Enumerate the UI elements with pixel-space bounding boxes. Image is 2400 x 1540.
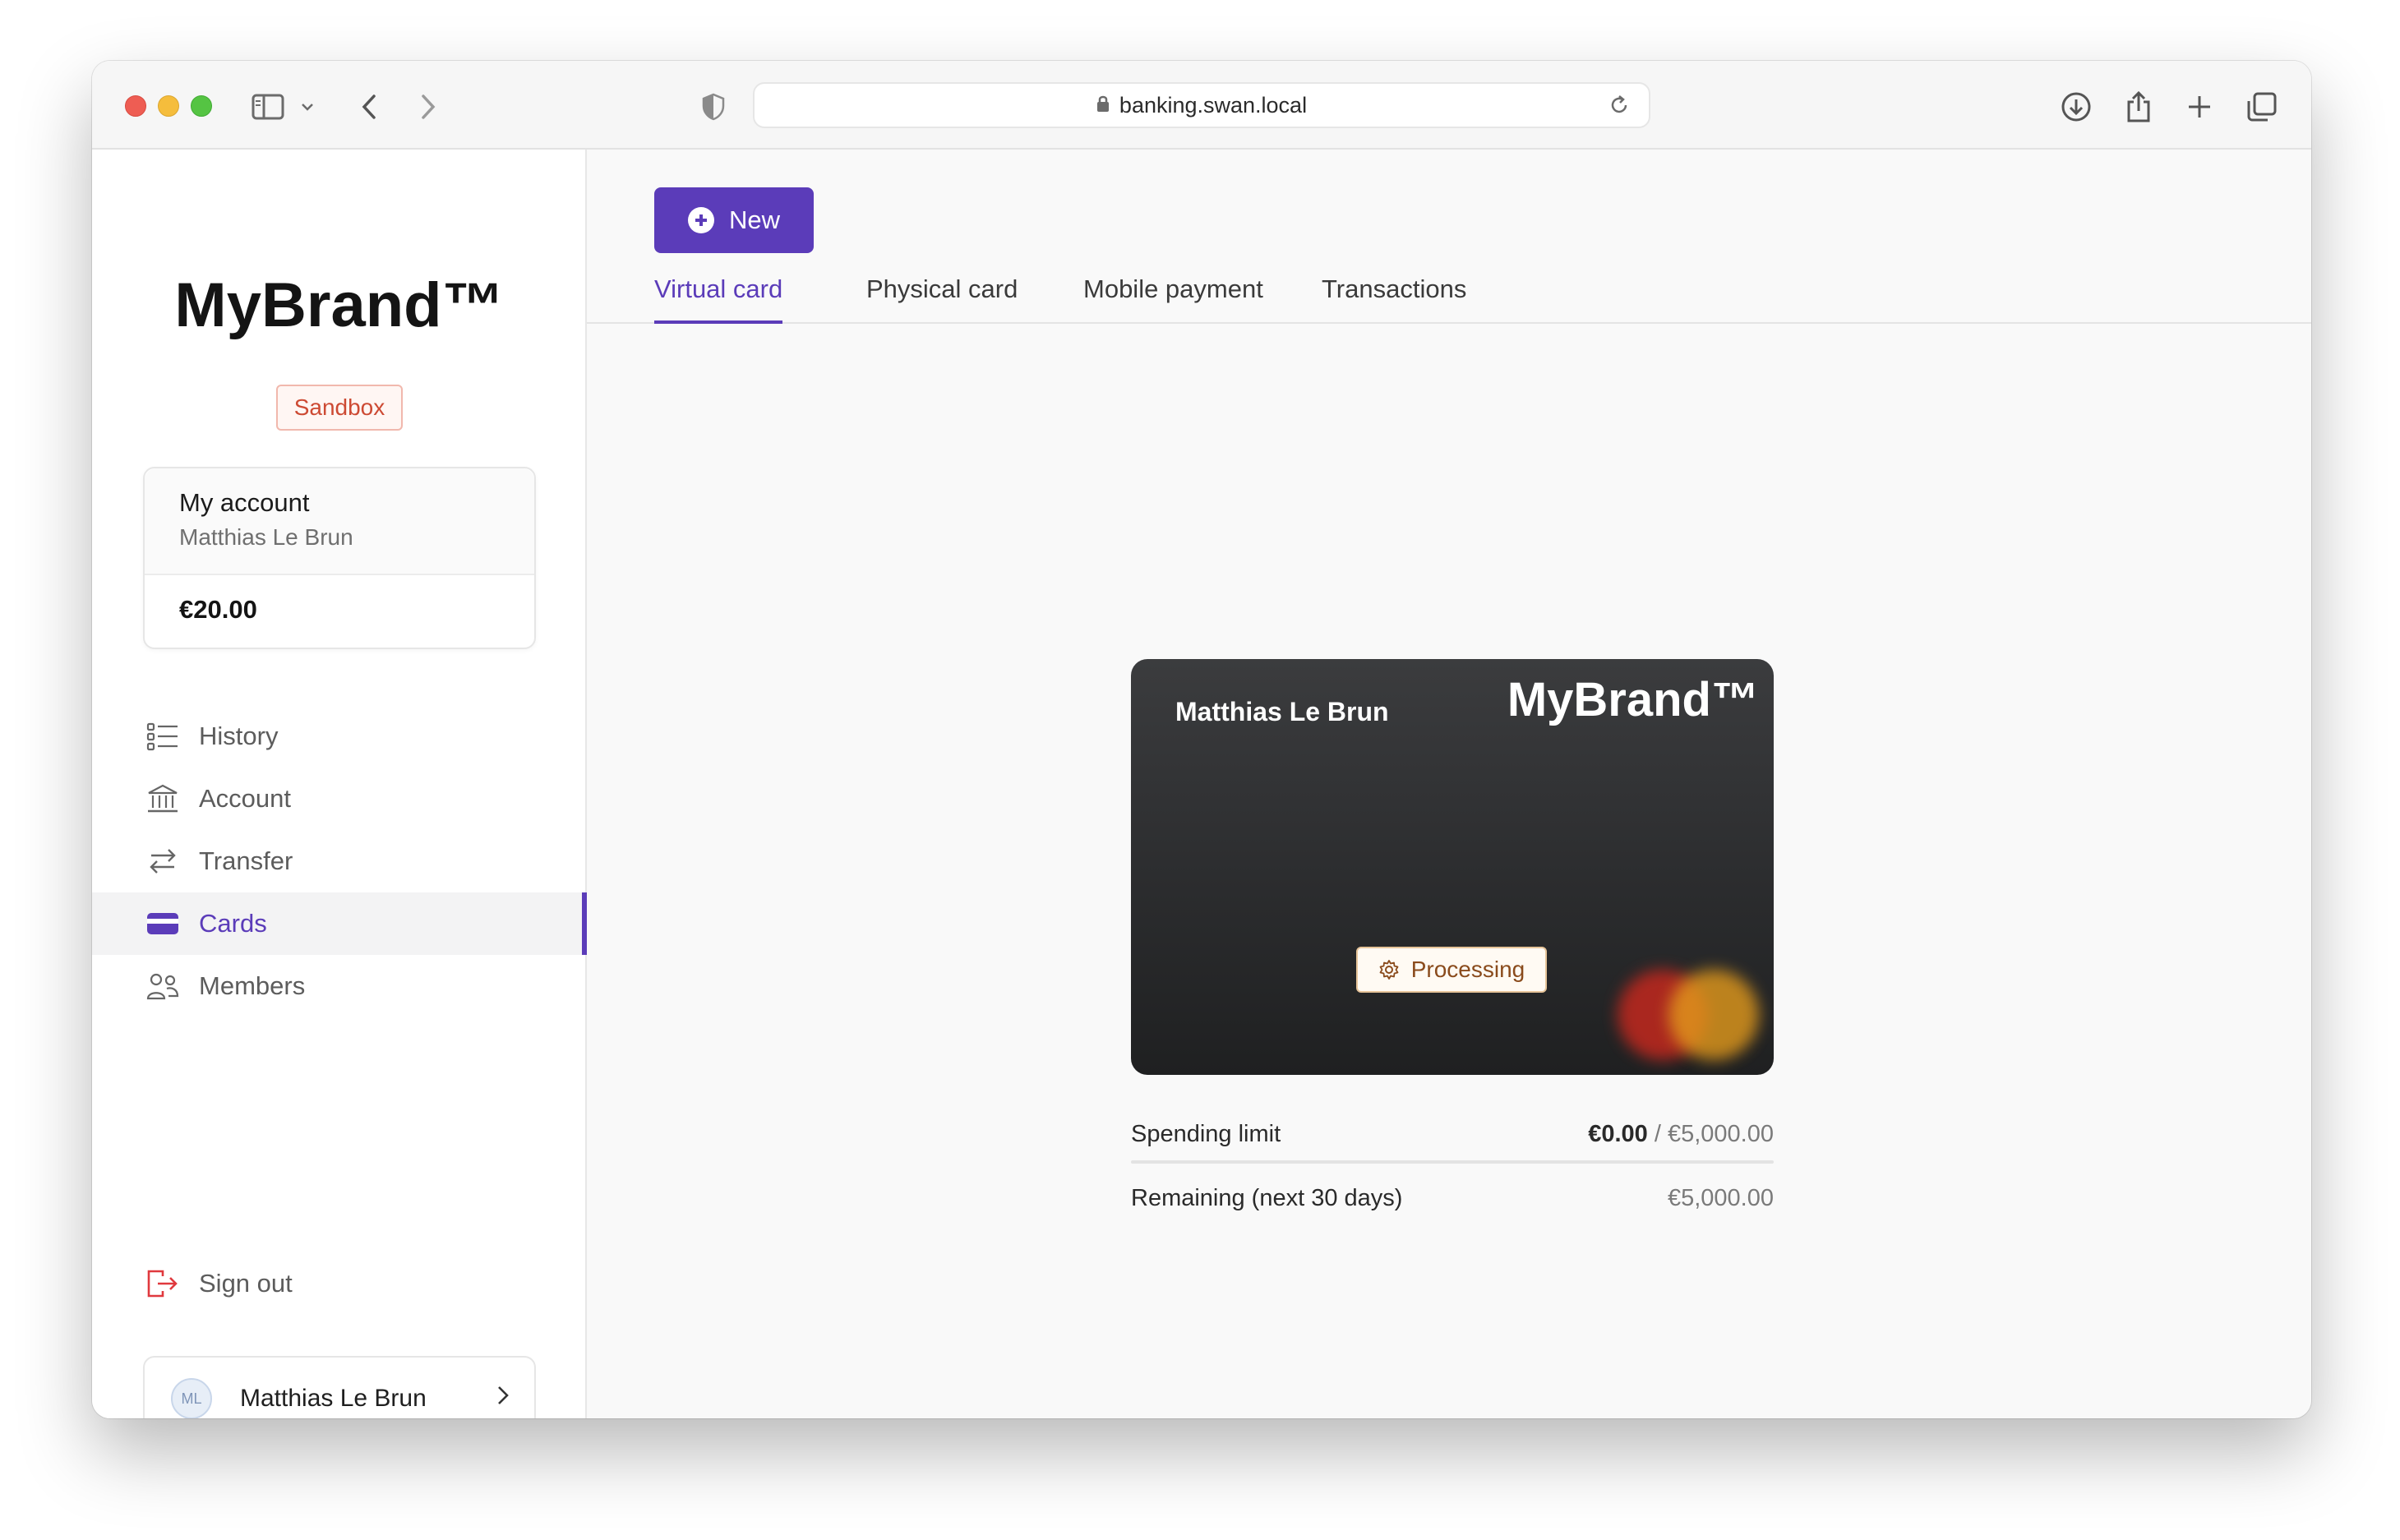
zoom-window-button[interactable] <box>191 95 212 117</box>
forward-icon[interactable] <box>409 89 445 125</box>
new-button-label: New <box>728 205 780 234</box>
gear-icon <box>1378 959 1400 980</box>
members-icon <box>145 968 181 1004</box>
sign-out-icon <box>145 1266 181 1302</box>
spending-limit-separator: / <box>1654 1120 1661 1147</box>
tab-virtual-card[interactable]: Virtual card <box>654 271 783 324</box>
user-profile-card[interactable]: ML Matthias Le Brun <box>143 1356 536 1418</box>
sandbox-badge: Sandbox <box>276 385 403 431</box>
sidebar-item-label: Members <box>199 971 306 1000</box>
avatar: ML <box>171 1378 212 1418</box>
remaining-value: €5,000.00 <box>1667 1184 1774 1211</box>
sidebar-item-cards[interactable]: Cards <box>92 892 587 955</box>
spending-limit-row: Spending limit €0.00 / €5,000.00 <box>1131 1109 1774 1159</box>
spending-limit-total: €5,000.00 <box>1667 1120 1774 1147</box>
sidebar-item-label: Account <box>199 784 292 813</box>
chevron-down-icon[interactable] <box>289 89 325 125</box>
close-window-button[interactable] <box>125 95 146 117</box>
sidebar-item-history[interactable]: History <box>92 705 585 768</box>
chevron-right-icon <box>496 1384 510 1411</box>
privacy-shield-icon[interactable] <box>695 89 732 125</box>
card-brand-logo: MyBrand™ <box>1507 673 1759 726</box>
card-network-logo-overlay <box>1668 970 1759 1060</box>
share-icon[interactable] <box>2121 89 2157 125</box>
downloads-icon[interactable] <box>2058 89 2094 125</box>
card-holder-name: Matthias Le Brun <box>1175 697 1389 726</box>
lock-icon <box>1096 93 1110 118</box>
sidebar-item-account[interactable]: Account <box>92 768 585 830</box>
tab-physical-card[interactable]: Physical card <box>866 271 1018 324</box>
tab-overview-icon[interactable] <box>2244 89 2280 125</box>
account-card[interactable]: My account Matthias Le Brun €20.00 <box>143 467 536 649</box>
card-status-badge: Processing <box>1356 947 1547 993</box>
card-icon <box>145 906 181 942</box>
spending-limit-value: €0.00 / €5,000.00 <box>1588 1121 1774 1148</box>
spending-limit-progress <box>1131 1160 1774 1164</box>
sign-out-button[interactable]: Sign out <box>145 1266 293 1302</box>
card-tabs: Virtual card Physical card Mobile paymen… <box>587 271 2311 324</box>
tab-transactions[interactable]: Transactions <box>1322 271 1466 324</box>
user-name: Matthias Le Brun <box>240 1385 427 1412</box>
plus-circle-icon <box>687 207 714 233</box>
sign-out-label: Sign out <box>199 1269 293 1298</box>
main-content: New Virtual card Physical card Mobile pa… <box>587 150 2311 1418</box>
account-holder: Matthias Le Brun <box>179 524 353 550</box>
url-text: banking.swan.local <box>1119 92 1308 118</box>
sidebar-item-label: Transfer <box>199 846 293 875</box>
reload-icon[interactable] <box>1608 94 1631 122</box>
spending-limit-label: Spending limit <box>1131 1120 1281 1147</box>
sidebar-toggle-icon[interactable] <box>250 89 286 125</box>
new-card-button[interactable]: New <box>654 187 814 253</box>
sidebar-nav: History Account Transfer Cards Members <box>92 705 587 1017</box>
new-tab-icon[interactable] <box>2181 89 2218 125</box>
remaining-row: Remaining (next 30 days) €5,000.00 <box>1131 1173 1774 1223</box>
minimize-window-button[interactable] <box>158 95 179 117</box>
account-balance: €20.00 <box>179 595 257 624</box>
bank-icon <box>145 781 181 817</box>
sidebar: MyBrand™ Sandbox My account Matthias Le … <box>92 150 587 1418</box>
arrows-icon <box>145 843 181 879</box>
card-status-label: Processing <box>1410 957 1525 982</box>
back-icon[interactable] <box>352 89 388 125</box>
browser-window: banking.swan.local MyBrand™ Sandbox My a… <box>92 61 2311 1418</box>
list-icon <box>145 718 181 754</box>
address-bar[interactable]: banking.swan.local <box>753 82 1650 128</box>
sidebar-item-members[interactable]: Members <box>92 955 585 1017</box>
spending-limit-spent: €0.00 <box>1588 1120 1648 1147</box>
sidebar-item-transfer[interactable]: Transfer <box>92 830 585 892</box>
sidebar-item-label: Cards <box>199 909 267 938</box>
remaining-label: Remaining (next 30 days) <box>1131 1184 1403 1211</box>
virtual-card[interactable]: Matthias Le Brun MyBrand™ Processing <box>1131 659 1774 1075</box>
brand-logo: MyBrand™ <box>174 270 505 340</box>
browser-toolbar: banking.swan.local <box>92 61 2311 150</box>
account-title: My account <box>179 488 310 517</box>
tab-mobile-payment[interactable]: Mobile payment <box>1083 271 1263 324</box>
sidebar-item-label: History <box>199 722 279 750</box>
